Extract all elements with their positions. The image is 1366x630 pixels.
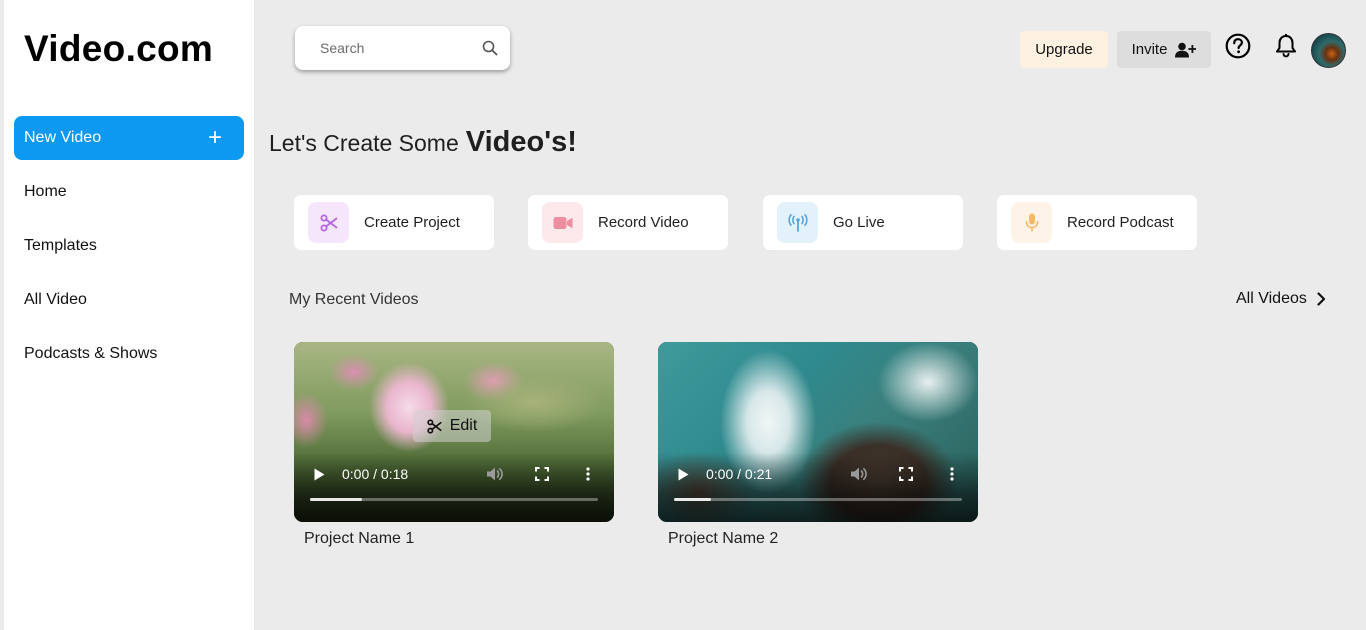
create-project-label: Create Project	[364, 214, 460, 231]
new-video-button[interactable]: New Video +	[14, 116, 244, 160]
new-video-label: New Video	[24, 129, 102, 146]
sidebar-item-all-video[interactable]: All Video	[24, 291, 87, 309]
go-live-label: Go Live	[833, 214, 885, 231]
video-time: 0:00 / 0:21	[706, 466, 773, 482]
create-project-card[interactable]: Create Project	[294, 195, 494, 250]
progress-fill	[310, 498, 362, 501]
upgrade-button[interactable]: Upgrade	[1020, 31, 1108, 68]
video-controls: 0:00 / 0:18	[294, 462, 614, 486]
invite-button[interactable]: Invite	[1117, 31, 1211, 68]
volume-icon[interactable]	[486, 466, 504, 487]
scissors-icon	[427, 418, 442, 434]
broadcast-antenna-icon	[777, 202, 818, 243]
progress-fill	[674, 498, 712, 501]
record-video-label: Record Video	[598, 214, 689, 231]
video-camera-icon	[542, 202, 583, 243]
avatar[interactable]	[1311, 33, 1346, 68]
search-input[interactable]	[320, 40, 470, 56]
scissors-icon	[308, 202, 349, 243]
sidebar-item-podcasts-shows[interactable]: Podcasts & Shows	[24, 345, 157, 363]
search-box	[295, 26, 510, 70]
sidebar: Video.com New Video + Home Templates All…	[4, 0, 254, 630]
video-name[interactable]: Project Name 1	[304, 530, 414, 548]
fullscreen-icon[interactable]	[535, 467, 549, 486]
microphone-icon	[1011, 202, 1052, 243]
plus-icon: +	[207, 124, 222, 151]
bell-icon[interactable]	[1273, 33, 1299, 59]
logo[interactable]: Video.com	[24, 28, 213, 70]
chevron-right-icon	[1317, 292, 1326, 306]
recent-videos-title: My Recent Videos	[289, 291, 419, 308]
fullscreen-icon[interactable]	[899, 467, 913, 486]
all-videos-label: All Videos	[1236, 290, 1307, 307]
heading-prefix: Let's Create Some	[269, 130, 459, 156]
invite-label: Invite	[1131, 41, 1168, 58]
search-icon[interactable]	[482, 40, 498, 56]
more-options-icon[interactable]	[950, 467, 954, 486]
all-videos-link[interactable]: All Videos	[1236, 290, 1326, 308]
more-options-icon[interactable]	[586, 467, 590, 486]
add-user-icon	[1175, 42, 1197, 58]
video-name[interactable]: Project Name 2	[668, 530, 778, 548]
page-heading: Let's Create Some Video's!	[269, 126, 577, 159]
record-video-card[interactable]: Record Video	[528, 195, 728, 250]
play-icon[interactable]	[314, 468, 325, 486]
video-player[interactable]: 0:00 / 0:21	[658, 342, 978, 522]
help-icon[interactable]	[1225, 33, 1251, 59]
video-time: 0:00 / 0:18	[342, 466, 409, 482]
video-player[interactable]: Edit 0:00 / 0:18	[294, 342, 614, 522]
sidebar-item-home[interactable]: Home	[24, 183, 67, 201]
edit-label: Edit	[449, 417, 478, 434]
sidebar-item-templates[interactable]: Templates	[24, 237, 97, 255]
heading-bold: Video's!	[465, 126, 577, 158]
go-live-card[interactable]: Go Live	[763, 195, 963, 250]
record-podcast-card[interactable]: Record Podcast	[997, 195, 1197, 250]
record-podcast-label: Record Podcast	[1067, 214, 1174, 231]
progress-bar[interactable]	[674, 498, 962, 501]
video-controls: 0:00 / 0:21	[658, 462, 978, 486]
progress-bar[interactable]	[310, 498, 598, 501]
volume-icon[interactable]	[850, 466, 868, 487]
play-icon[interactable]	[678, 468, 689, 486]
edit-button[interactable]: Edit	[413, 410, 491, 442]
